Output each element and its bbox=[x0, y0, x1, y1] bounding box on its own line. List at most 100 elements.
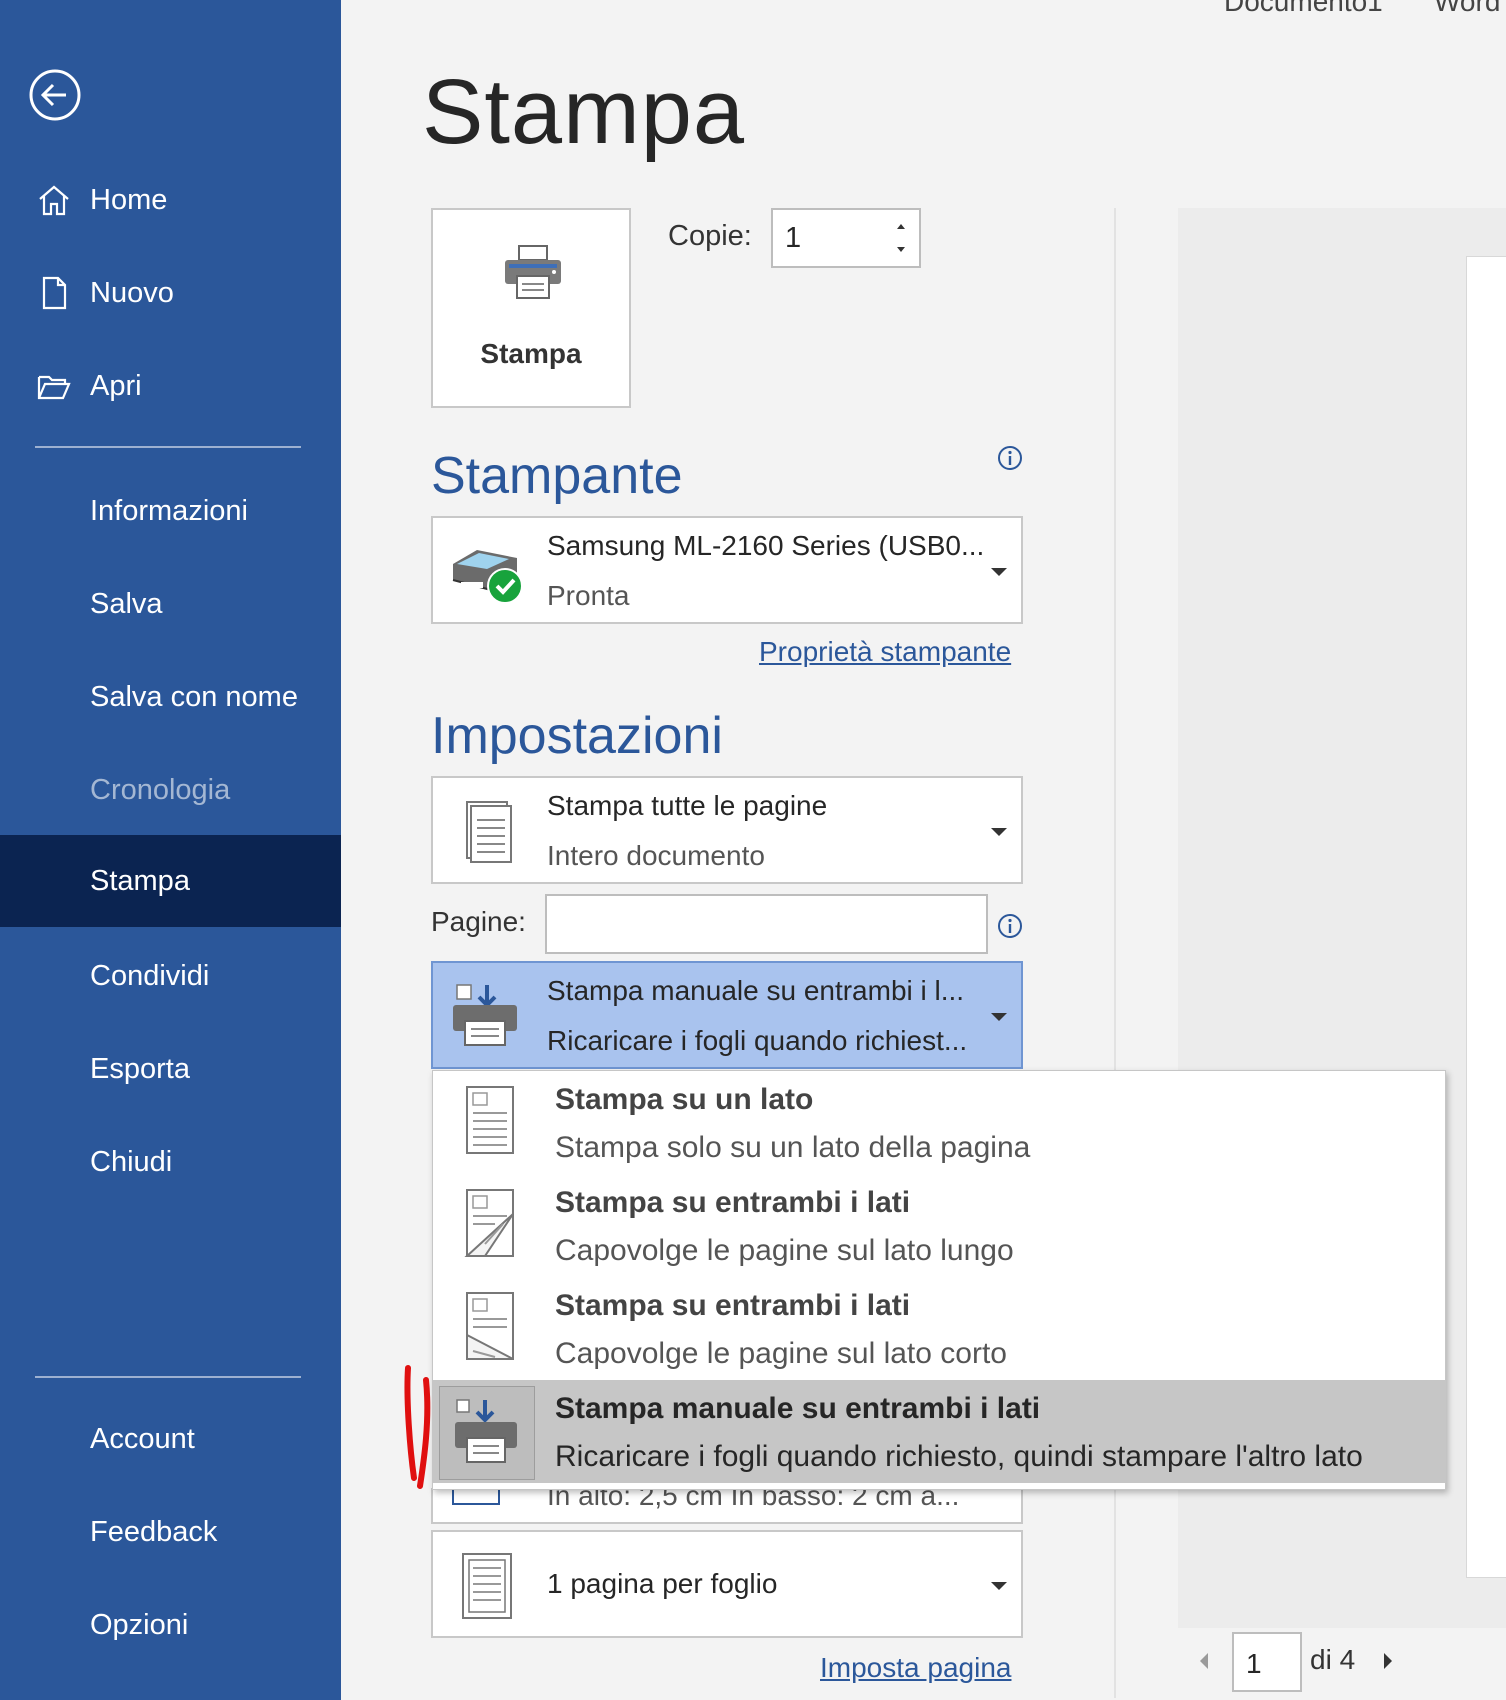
sidebar-item-label: Opzioni bbox=[90, 1608, 189, 1641]
margins-icon bbox=[452, 1488, 500, 1505]
sidebar-item-label: Informazioni bbox=[90, 494, 248, 527]
duplex-desc: Ricaricare i fogli quando richiest... bbox=[547, 1025, 968, 1056]
spin-up-icon[interactable] bbox=[893, 218, 909, 234]
preview-page bbox=[1466, 256, 1506, 1578]
back-arrow-icon[interactable] bbox=[28, 68, 82, 122]
sidebar-item-label: Condividi bbox=[90, 959, 210, 992]
sidebar-item-account[interactable]: Account bbox=[0, 1393, 341, 1485]
backstage-sidebar: Home Nuovo Apri Informazioni Salva Salva… bbox=[0, 0, 341, 1700]
printer-status: Pronta bbox=[547, 580, 630, 611]
printer-ready-icon bbox=[452, 550, 523, 604]
chevron-down-icon bbox=[991, 568, 1007, 576]
one-page-per-sheet-icon bbox=[462, 1553, 512, 1619]
sidebar-item-label: Apri bbox=[90, 369, 142, 402]
spin-down-icon[interactable] bbox=[893, 242, 909, 258]
sidebar-item-label: Chiudi bbox=[90, 1145, 173, 1178]
open-folder-icon bbox=[37, 375, 71, 400]
duplex-option-title: Stampa su entrambi i lati bbox=[555, 1289, 911, 1322]
duplex-option-title: Stampa manuale su entrambi i lati bbox=[555, 1392, 1041, 1425]
duplex-title: Stampa manuale su entrambi i l... bbox=[547, 975, 965, 1006]
manual-duplex-printer-icon bbox=[455, 1399, 517, 1463]
previous-page-icon[interactable] bbox=[1196, 1650, 1212, 1672]
sidebar-item-label: Stampa bbox=[90, 864, 190, 897]
printer-icon bbox=[505, 245, 561, 299]
info-icon[interactable] bbox=[996, 444, 1024, 472]
printer-section-title: Stampante bbox=[431, 447, 683, 505]
duplex-menu: Stampa su un lato Stampa solo su un lato… bbox=[432, 1070, 1446, 1490]
info-icon[interactable] bbox=[996, 912, 1024, 940]
printer-name: Samsung ML-2160 Series (USB0... bbox=[547, 530, 985, 561]
page-range-desc: Intero documento bbox=[547, 840, 765, 871]
pages-per-sheet-value: 1 pagina per foglio bbox=[547, 1568, 778, 1599]
settings-section-title: Impostazioni bbox=[431, 707, 723, 765]
duplex-option-desc: Capovolge le pagine sul lato corto bbox=[555, 1337, 1007, 1370]
page-number-value: 1 bbox=[1246, 1648, 1262, 1679]
duplex-option-desc: Ricaricare i fogli quando richiesto, qui… bbox=[555, 1440, 1363, 1473]
sidebar-item-label: Nuovo bbox=[90, 276, 174, 309]
sidebar-item-label: Account bbox=[90, 1422, 195, 1455]
sidebar-item-home[interactable]: Home bbox=[0, 154, 341, 246]
chevron-down-icon bbox=[991, 1582, 1007, 1590]
duplex-option-short-edge[interactable]: Stampa su entrambi i lati Capovolge le p… bbox=[433, 1277, 1445, 1380]
printer-dropdown[interactable]: Samsung ML-2160 Series (USB0... Pronta bbox=[431, 516, 1023, 624]
sidebar-item-label: Feedback bbox=[90, 1515, 218, 1548]
print-button[interactable]: Stampa bbox=[431, 208, 631, 408]
copies-value: 1 bbox=[785, 222, 802, 254]
chevron-down-icon bbox=[991, 828, 1007, 836]
flip-long-edge-icon bbox=[464, 1189, 514, 1257]
page-count: di 4 bbox=[1310, 1644, 1356, 1675]
copies-label: Copie: bbox=[668, 220, 752, 252]
duplex-option-title: Stampa su entrambi i lati bbox=[555, 1186, 911, 1219]
document-name: Documento1 bbox=[1224, 0, 1383, 17]
sidebar-item-informazioni[interactable]: Informazioni bbox=[0, 465, 341, 557]
sidebar-divider bbox=[35, 1376, 301, 1378]
sidebar-item-label: Salva bbox=[90, 587, 163, 620]
sidebar-item-esporta[interactable]: Esporta bbox=[0, 1023, 341, 1115]
margins-dropdown[interactable]: In alto: 2,5 cm In basso: 2 cm a... bbox=[431, 1488, 1023, 1524]
chevron-down-icon bbox=[991, 1013, 1007, 1021]
page-range-dropdown[interactable]: Stampa tutte le pagine Intero documento bbox=[431, 776, 1023, 884]
new-document-icon bbox=[42, 276, 67, 310]
copies-input[interactable]: 1 bbox=[771, 208, 921, 268]
sidebar-item-condividi[interactable]: Condividi bbox=[0, 930, 341, 1022]
pages-per-sheet-dropdown[interactable]: 1 pagina per foglio bbox=[431, 1530, 1023, 1638]
sidebar-item-nuovo[interactable]: Nuovo bbox=[0, 247, 341, 339]
duplex-option-desc: Capovolge le pagine sul lato lungo bbox=[555, 1234, 1014, 1267]
next-page-icon[interactable] bbox=[1380, 1650, 1396, 1672]
all-pages-icon bbox=[466, 801, 512, 863]
sidebar-item-label: Esporta bbox=[90, 1052, 190, 1085]
margins-summary: In alto: 2,5 cm In basso: 2 cm a... bbox=[547, 1488, 960, 1511]
duplex-option-long-edge[interactable]: Stampa su entrambi i lati Capovolge le p… bbox=[433, 1174, 1445, 1277]
pages-input[interactable] bbox=[545, 894, 988, 954]
sidebar-item-apri[interactable]: Apri bbox=[0, 340, 341, 432]
sidebar-item-salva[interactable]: Salva bbox=[0, 558, 341, 650]
sidebar-item-salva-con-nome[interactable]: Salva con nome bbox=[0, 651, 341, 743]
duplex-dropdown[interactable]: Stampa manuale su entrambi i l... Ricari… bbox=[431, 961, 1023, 1069]
home-icon bbox=[39, 185, 69, 216]
sidebar-item-label: Salva con nome bbox=[90, 680, 298, 713]
sidebar-item-opzioni[interactable]: Opzioni bbox=[0, 1579, 341, 1671]
duplex-option-one-side[interactable]: Stampa su un lato Stampa solo su un lato… bbox=[433, 1071, 1445, 1174]
page-setup-link[interactable]: Imposta pagina bbox=[820, 1652, 1011, 1684]
printer-properties-link[interactable]: Proprietà stampante bbox=[759, 636, 1011, 668]
sidebar-item-label: Cronologia bbox=[90, 773, 231, 806]
print-button-label: Stampa bbox=[480, 338, 582, 369]
pages-label: Pagine: bbox=[431, 906, 526, 937]
sidebar-item-chiudi[interactable]: Chiudi bbox=[0, 1116, 341, 1208]
one-sided-page-icon bbox=[466, 1086, 514, 1154]
duplex-option-title: Stampa su un lato bbox=[555, 1083, 814, 1116]
red-annotation-mark bbox=[404, 1365, 431, 1489]
manual-duplex-printer-icon bbox=[453, 984, 517, 1046]
duplex-option-manual[interactable]: Stampa manuale su entrambi i lati Ricari… bbox=[433, 1380, 1445, 1483]
sidebar-item-stampa[interactable]: Stampa bbox=[0, 835, 341, 927]
page-range-title: Stampa tutte le pagine bbox=[547, 790, 828, 821]
app-name: Word bbox=[1434, 0, 1501, 17]
duplex-option-desc: Stampa solo su un lato della pagina bbox=[555, 1131, 1031, 1164]
page-title: Stampa bbox=[422, 61, 746, 163]
sidebar-item-feedback[interactable]: Feedback bbox=[0, 1486, 341, 1578]
sidebar-item-cronologia: Cronologia bbox=[0, 744, 341, 836]
flip-short-edge-icon bbox=[466, 1292, 514, 1360]
sidebar-item-label: Home bbox=[90, 183, 168, 216]
sidebar-divider bbox=[35, 446, 301, 448]
page-number-input[interactable]: 1 bbox=[1232, 1632, 1302, 1692]
